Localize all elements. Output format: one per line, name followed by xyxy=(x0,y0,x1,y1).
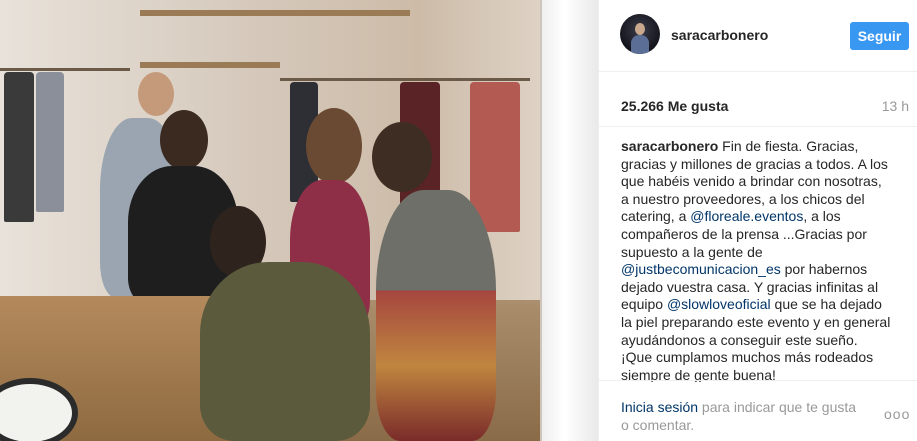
username-link[interactable]: saracarbonero xyxy=(671,27,768,43)
likes-count[interactable]: 25.266 Me gusta xyxy=(621,98,728,114)
mention-link[interactable]: @justbecomunicacion_es xyxy=(621,261,781,277)
post-header: saracarbonero Seguir xyxy=(599,0,917,72)
mention-link[interactable]: @slowloveoficial xyxy=(667,296,771,312)
post-timestamp[interactable]: 13 h xyxy=(882,98,909,114)
hanging-cloth xyxy=(4,72,34,222)
person xyxy=(376,190,496,441)
mention-link[interactable]: @floreale.eventos xyxy=(690,208,803,224)
hanging-cloth xyxy=(36,72,64,212)
person-head xyxy=(160,110,208,170)
avatar-face xyxy=(635,23,645,35)
post-photo[interactable] xyxy=(0,0,598,441)
clothes-rack xyxy=(280,78,530,81)
caption-username[interactable]: saracarbonero xyxy=(621,138,718,154)
login-link[interactable]: Inicia sesión xyxy=(621,399,698,415)
login-prompt: Inicia sesión para indicar que te gusta … xyxy=(621,399,861,434)
hanging-cloth xyxy=(470,82,520,232)
avatar-figure xyxy=(631,35,649,54)
photo-door xyxy=(540,0,598,441)
profile-avatar[interactable] xyxy=(620,14,660,54)
clothes-rack xyxy=(0,68,130,71)
more-options-icon[interactable]: ooo xyxy=(884,406,910,422)
person-head xyxy=(372,122,432,192)
person xyxy=(200,262,370,441)
post-footer: Inicia sesión para indicar que te gusta … xyxy=(599,380,917,441)
photo-shelf xyxy=(140,10,410,16)
photo-shelf xyxy=(140,62,280,68)
person-head xyxy=(306,108,362,184)
post-caption: saracarbonero Fin de fiesta. Gracias, gr… xyxy=(621,138,891,382)
likes-row: 25.266 Me gusta 13 h xyxy=(599,72,917,127)
post-sidebar: saracarbonero Seguir 25.266 Me gusta 13 … xyxy=(599,0,917,441)
person-head xyxy=(138,72,174,116)
follow-button[interactable]: Seguir xyxy=(850,22,909,50)
